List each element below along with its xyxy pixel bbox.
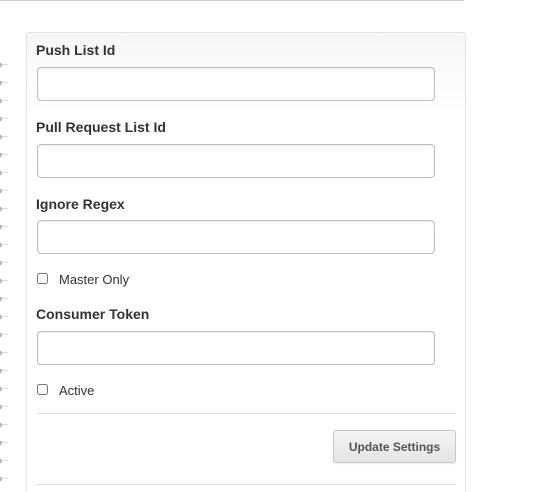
master-only-row: Master Only bbox=[37, 270, 130, 287]
master-only-checkbox[interactable] bbox=[37, 272, 48, 284]
update-settings-button[interactable]: Update Settings bbox=[333, 430, 456, 463]
form-divider bbox=[37, 413, 456, 414]
active-label: Active bbox=[59, 383, 95, 398]
bottom-divider bbox=[37, 484, 456, 485]
settings-panel bbox=[26, 32, 466, 492]
pull-request-list-id-label: Pull Request List Id bbox=[36, 119, 166, 135]
top-divider bbox=[0, 0, 464, 1]
consumer-token-label: Consumer Token bbox=[36, 306, 150, 322]
active-row: Active bbox=[37, 381, 95, 398]
pull-request-list-id-input[interactable] bbox=[37, 144, 435, 178]
push-list-id-input[interactable] bbox=[37, 67, 435, 101]
sidebar-edge bbox=[0, 56, 8, 486]
active-checkbox[interactable] bbox=[37, 383, 48, 395]
ignore-regex-label: Ignore Regex bbox=[36, 196, 125, 212]
master-only-label: Master Only bbox=[59, 272, 130, 287]
ignore-regex-input[interactable] bbox=[37, 220, 435, 254]
consumer-token-input[interactable] bbox=[37, 331, 435, 365]
push-list-id-label: Push List Id bbox=[36, 42, 116, 58]
